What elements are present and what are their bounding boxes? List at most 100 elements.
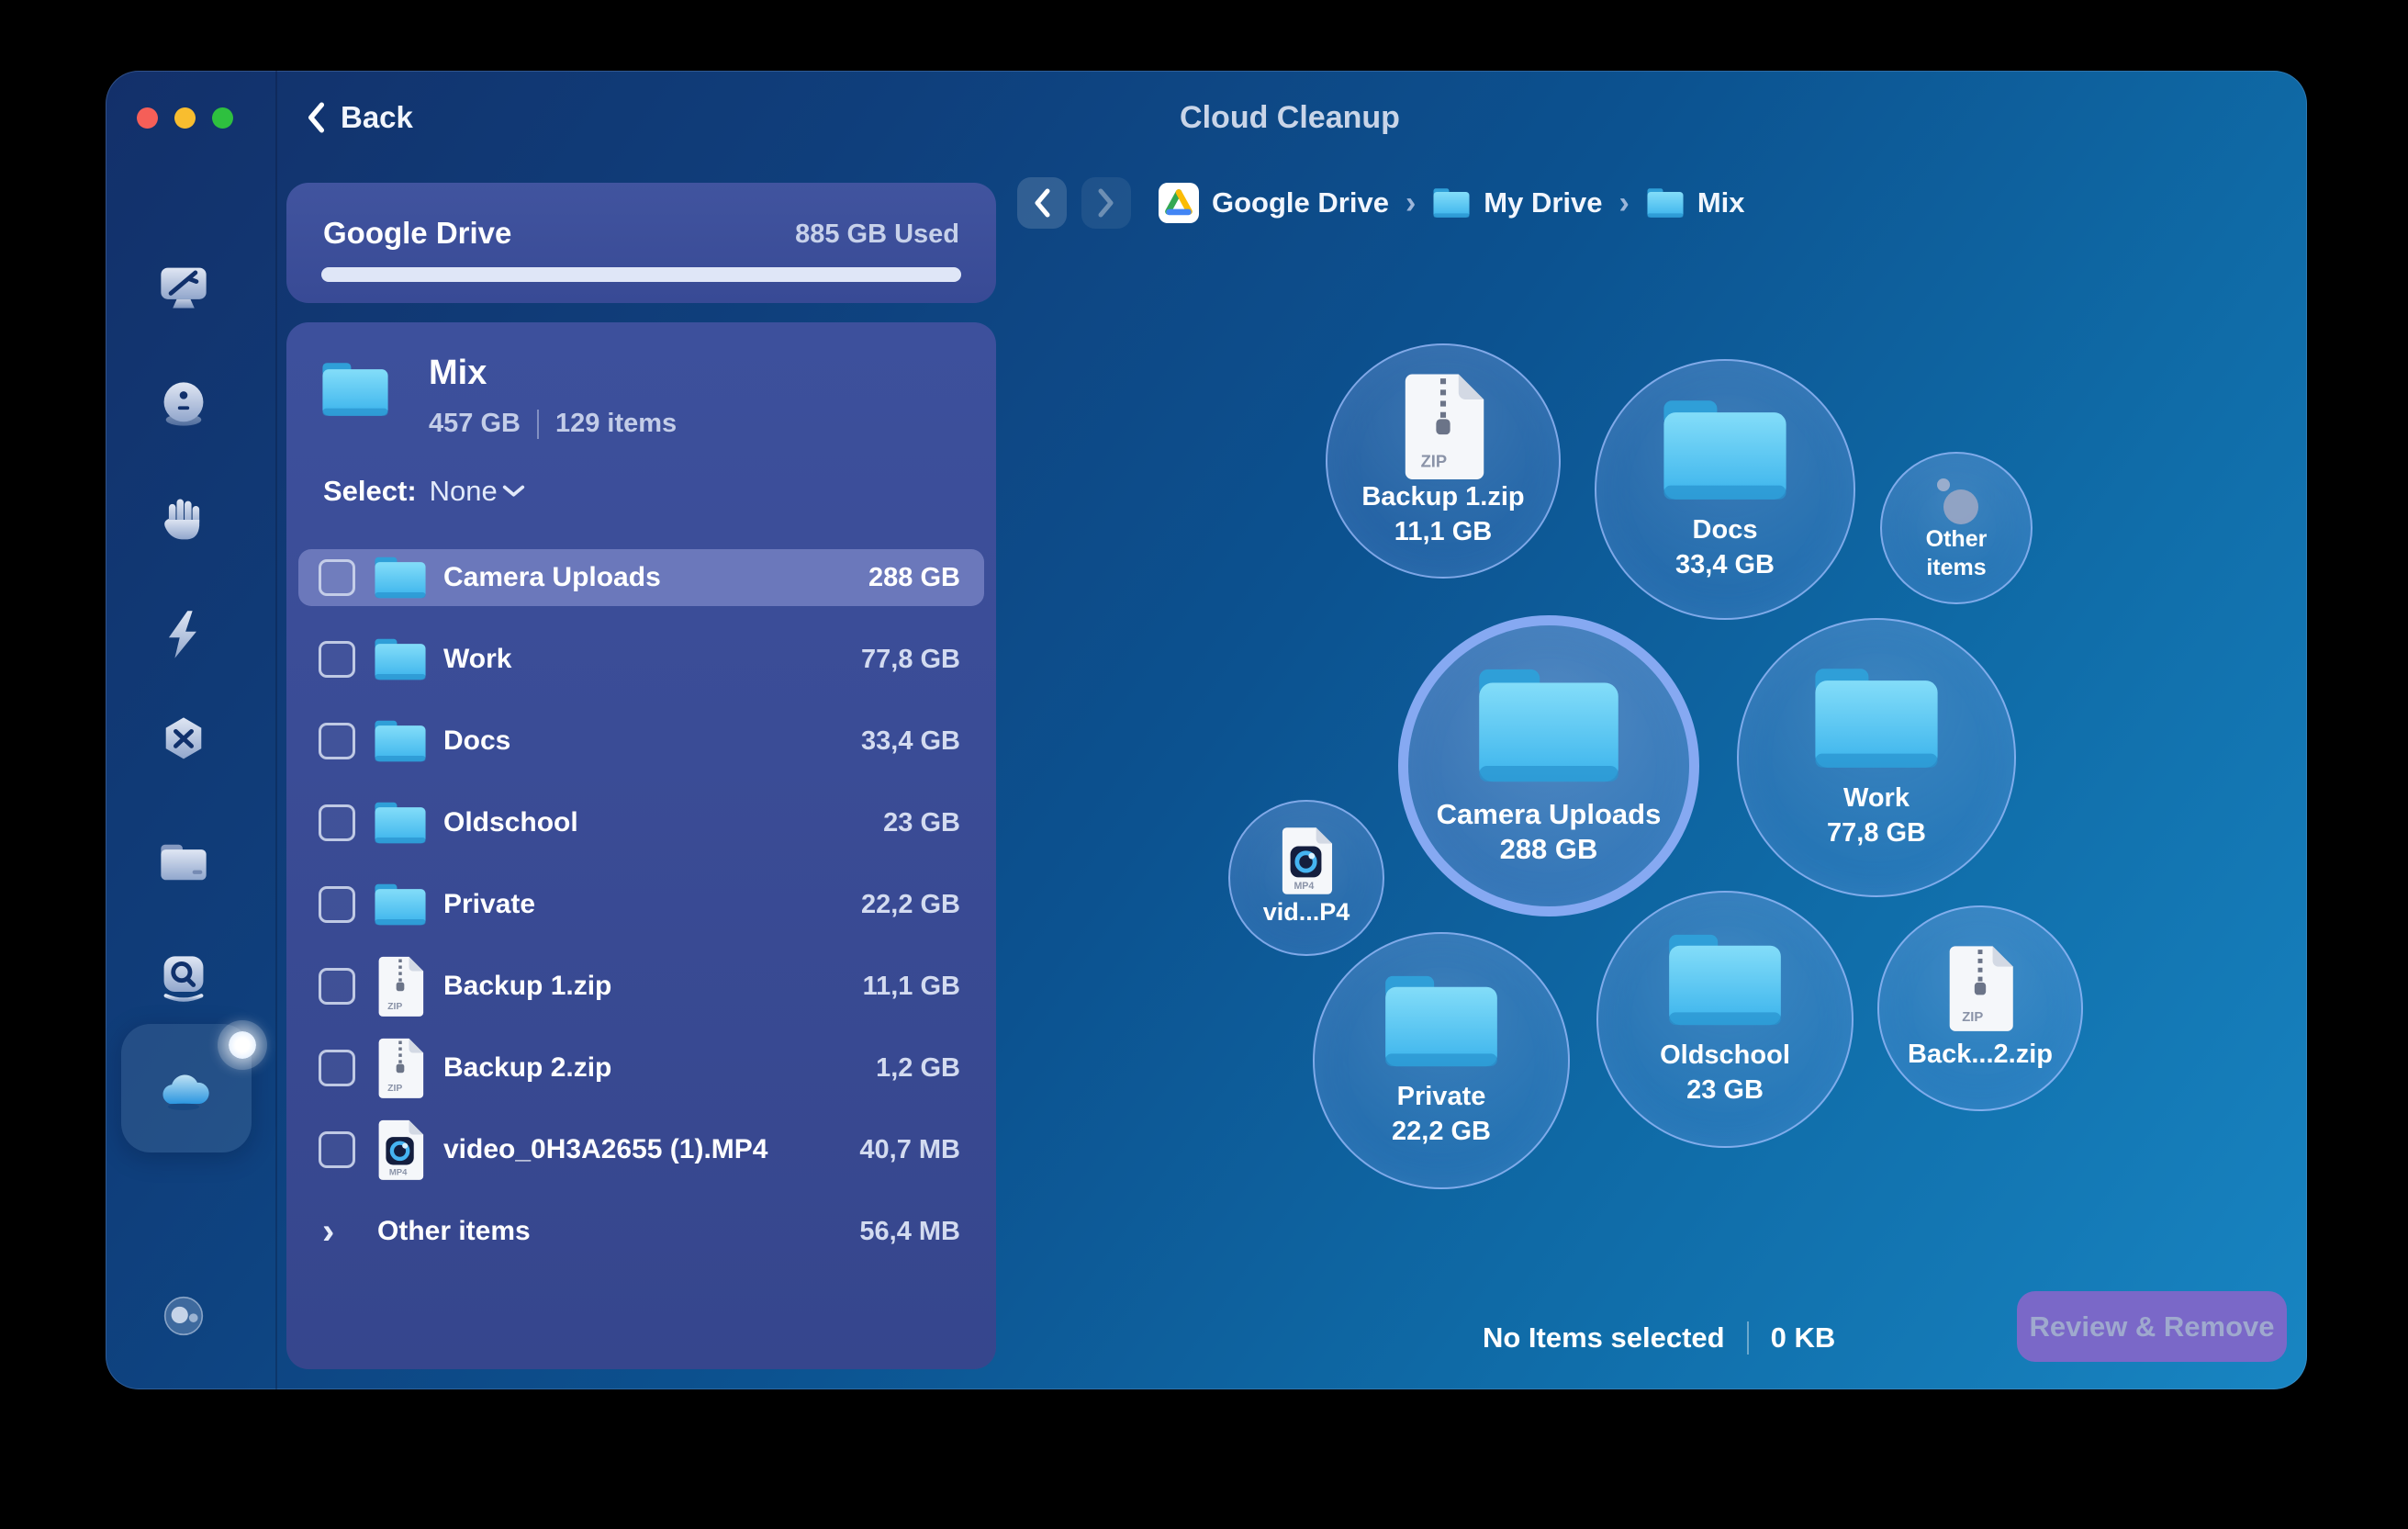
list-item-docs[interactable]: Docs 33,4 GB: [298, 713, 984, 770]
item-name: Work: [443, 644, 511, 675]
bubble-label: items: [1926, 554, 1986, 582]
bubble-docs[interactable]: Docs 33,4 GB: [1595, 359, 1855, 620]
mp4-file-icon: [374, 1119, 427, 1180]
checkbox[interactable]: [319, 641, 355, 678]
review-remove-button[interactable]: Review & Remove: [2017, 1291, 2287, 1362]
list-item-camera-uploads[interactable]: Camera Uploads 288 GB: [298, 549, 984, 606]
bubble-label: Back...2.zip: [1908, 1037, 2053, 1072]
sidebar-item-performance[interactable]: [151, 601, 217, 668]
bubble-backup1-zip[interactable]: Backup 1.zip 11,1 GB: [1326, 343, 1561, 579]
breadcrumb-google-drive[interactable]: Google Drive: [1159, 183, 1389, 223]
cloud-icon: [156, 1062, 211, 1118]
nav-forward-button[interactable]: [1081, 177, 1131, 229]
hexagon-tools-icon: [156, 713, 211, 768]
minimize-window-button[interactable]: [174, 107, 196, 129]
drive-summary-card[interactable]: Google Drive 885 GB Used: [286, 183, 996, 303]
folder-icon: [374, 719, 427, 763]
nav-back-button[interactable]: [1017, 177, 1067, 229]
folder-icon: [1432, 187, 1471, 219]
bubble-size: 11,1 GB: [1394, 514, 1492, 549]
checkbox[interactable]: [319, 1131, 355, 1168]
item-name: Oldschool: [443, 807, 578, 838]
select-value: None: [430, 475, 498, 508]
sidebar-item-my-clutter[interactable]: [151, 829, 217, 895]
drive-used-label: 885 GB Used: [795, 219, 959, 250]
bubble-label: Camera Uploads: [1437, 797, 1662, 832]
folder-icon: [1812, 665, 1941, 771]
status-size: 0 KB: [1771, 1321, 1836, 1355]
folder-icon: [320, 361, 390, 418]
item-name: Docs: [443, 725, 510, 757]
folder-icon: [1666, 931, 1784, 1029]
list-item-work[interactable]: Work 77,8 GB: [298, 631, 984, 688]
sidebar-item-cloud-cleanup[interactable]: [151, 1057, 217, 1123]
checkbox[interactable]: [319, 1050, 355, 1086]
bubble-oldschool[interactable]: Oldschool 23 GB: [1596, 891, 1854, 1148]
list-item-video-mp4[interactable]: video_0H3A2655 (1).MP4 40,7 MB: [298, 1121, 984, 1178]
list-item-other-items[interactable]: › Other items 56,4 MB: [298, 1203, 984, 1260]
select-row: Select: None: [323, 475, 521, 508]
back-label: Back: [341, 100, 413, 135]
breadcrumb-mix[interactable]: Mix: [1646, 186, 1745, 219]
back-chevron-icon: [306, 102, 326, 133]
item-size: 56,4 MB: [859, 1217, 960, 1247]
lightning-icon: [156, 607, 211, 662]
select-label: Select:: [323, 475, 417, 508]
item-name: video_0H3A2655 (1).MP4: [443, 1134, 768, 1165]
notification-glow-dot: [229, 1031, 256, 1059]
bubble-backup2-zip[interactable]: Back...2.zip: [1877, 905, 2083, 1111]
bubble-size: 23 GB: [1686, 1073, 1764, 1107]
sidebar-item-care-ball[interactable]: [151, 371, 217, 437]
list-item-private[interactable]: Private 22,2 GB: [298, 876, 984, 933]
crumb-label: My Drive: [1484, 186, 1602, 219]
item-size: 77,8 GB: [861, 645, 960, 675]
sidebar-item-applications[interactable]: [151, 707, 217, 773]
sidebar-item-space-lens[interactable]: [151, 945, 217, 1011]
bubble-label: Oldschool: [1660, 1038, 1790, 1073]
drive-usage-progressbar: [321, 267, 961, 282]
checkbox[interactable]: [319, 559, 355, 596]
item-name: Other items: [377, 1216, 531, 1247]
chevron-right-icon: ›: [322, 1213, 334, 1250]
breadcrumb-my-drive[interactable]: My Drive: [1432, 186, 1602, 219]
bubble-video-mp4[interactable]: vid...P4: [1228, 800, 1384, 956]
folder-meta: 457 GB 129 items: [429, 409, 677, 439]
orb-icon: [156, 1288, 211, 1343]
breadcrumb: Google Drive › My Drive › Mix: [1017, 177, 1745, 229]
list-item-backup2-zip[interactable]: Backup 2.zip 1,2 GB: [298, 1040, 984, 1096]
back-button[interactable]: Back: [306, 96, 413, 139]
sidebar-item-smart-scan[interactable]: [151, 254, 217, 320]
close-window-button[interactable]: [137, 107, 158, 129]
folder-icon: [374, 637, 427, 681]
list-item-backup1-zip[interactable]: Backup 1.zip 11,1 GB: [298, 958, 984, 1015]
status-divider: [1747, 1321, 1749, 1355]
folder-icon: [374, 801, 427, 845]
item-size: 288 GB: [868, 563, 960, 593]
item-size: 11,1 GB: [863, 972, 960, 1002]
sidebar-item-protection[interactable]: [151, 487, 217, 553]
search-icon: [156, 950, 211, 1006]
mp4-file-icon: [1280, 826, 1333, 894]
checkbox[interactable]: [319, 886, 355, 923]
bubble-private[interactable]: Private 22,2 GB: [1313, 932, 1570, 1189]
item-name: Backup 2.zip: [443, 1052, 611, 1084]
item-size: 22,2 GB: [861, 890, 960, 920]
ball-icon: [156, 377, 211, 432]
list-item-oldschool[interactable]: Oldschool 23 GB: [298, 794, 984, 851]
sidebar-item-assistant[interactable]: [151, 1283, 217, 1349]
status-text: No Items selected: [1483, 1321, 1725, 1355]
bubble-camera-uploads-selected[interactable]: Camera Uploads 288 GB: [1398, 615, 1699, 916]
checkbox[interactable]: [319, 723, 355, 759]
checkbox[interactable]: [319, 804, 355, 841]
checkbox[interactable]: [319, 968, 355, 1005]
bubble-other-items[interactable]: Other items: [1880, 452, 2033, 604]
bubble-work[interactable]: Work 77,8 GB: [1737, 618, 2016, 897]
breadcrumb-separator: ›: [1618, 186, 1631, 221]
select-dropdown[interactable]: None: [430, 475, 521, 508]
zip-file-icon: [1946, 945, 2014, 1031]
zoom-window-button[interactable]: [212, 107, 233, 129]
folder-icon: [1383, 972, 1500, 1070]
bubble-size: 33,4 GB: [1675, 547, 1775, 582]
folder-silver-icon: [156, 835, 211, 890]
folder-name: Mix: [429, 354, 487, 393]
